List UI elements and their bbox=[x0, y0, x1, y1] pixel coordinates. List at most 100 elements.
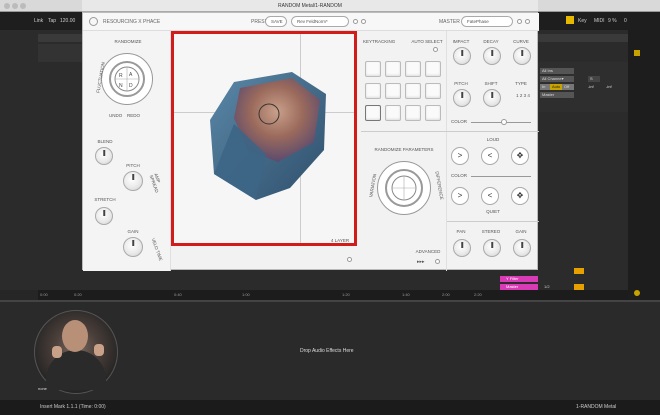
minimize-icon[interactable] bbox=[12, 3, 18, 9]
save-button[interactable]: SAVE bbox=[265, 16, 287, 27]
gain2-knob[interactable] bbox=[513, 239, 531, 257]
undo-button[interactable]: UNDO bbox=[109, 113, 122, 118]
monitor-auto[interactable]: Auto bbox=[550, 84, 562, 90]
blend-knob[interactable] bbox=[95, 147, 113, 165]
input-channel-select[interactable]: All Channe▾ bbox=[540, 76, 574, 82]
redo-button[interactable]: REDO bbox=[127, 113, 140, 118]
advanced-toggle[interactable] bbox=[435, 259, 440, 264]
loud-greater-button[interactable]: > bbox=[451, 147, 469, 165]
pad-3[interactable] bbox=[405, 61, 421, 77]
impact-label: IMPACT bbox=[452, 39, 470, 44]
variation-label: VARIATION bbox=[368, 173, 378, 198]
advanced-arrows-icon[interactable]: ▸▸▸ bbox=[417, 259, 425, 265]
quiet-greater-button[interactable]: > bbox=[451, 187, 469, 205]
randomize-title: RANDOMIZE bbox=[114, 39, 142, 44]
right-scroll-column[interactable] bbox=[628, 30, 660, 300]
difference-label: DIFFERENCE bbox=[434, 170, 445, 201]
color2-slider[interactable] bbox=[471, 176, 531, 177]
pad-2[interactable] bbox=[385, 61, 401, 77]
next-preset-icon[interactable] bbox=[361, 19, 366, 24]
track-activator[interactable] bbox=[634, 50, 640, 56]
pitch2-knob[interactable] bbox=[453, 89, 471, 107]
quiet-label: QUIET bbox=[486, 209, 500, 214]
pad-9[interactable] bbox=[365, 105, 381, 121]
pad-1[interactable] bbox=[365, 61, 381, 77]
pad-7[interactable] bbox=[405, 83, 421, 99]
loud-move-button[interactable]: ✥ bbox=[511, 147, 529, 165]
sound-object-viewer[interactable]: 4 LAYER bbox=[171, 31, 357, 246]
pad-4[interactable] bbox=[425, 61, 441, 77]
brand-label: RESOURCING X PHACE bbox=[103, 19, 161, 25]
type-label: TYPE bbox=[515, 81, 527, 86]
master-label: MASTER bbox=[439, 19, 460, 25]
quiet-move-button[interactable]: ✥ bbox=[511, 187, 529, 205]
master-prev-icon[interactable] bbox=[517, 19, 522, 24]
divider bbox=[361, 131, 447, 132]
stretch-knob[interactable] bbox=[95, 207, 113, 225]
close-icon[interactable] bbox=[4, 3, 10, 9]
view-toggle-icon[interactable] bbox=[347, 257, 352, 262]
impact-knob[interactable] bbox=[453, 47, 471, 65]
pad-12[interactable] bbox=[425, 105, 441, 121]
preset-select[interactable]: Rev FeldNorm* bbox=[291, 16, 349, 27]
solo-button[interactable]: S bbox=[588, 76, 600, 82]
stereo-knob[interactable] bbox=[483, 239, 501, 257]
color-slider-handle[interactable] bbox=[501, 119, 507, 125]
monitor-off[interactable]: Off bbox=[562, 84, 574, 90]
gain-knob[interactable] bbox=[123, 237, 143, 257]
tempo-field[interactable]: 120.00 bbox=[60, 18, 75, 24]
randomize-params-label: RANDOMIZE PARAMETERS bbox=[374, 147, 434, 152]
track-number-1[interactable] bbox=[574, 268, 584, 274]
lower-track-1[interactable]: Y Filter bbox=[500, 276, 538, 282]
pitch-knob[interactable] bbox=[123, 171, 143, 191]
monitor-in[interactable]: In bbox=[540, 84, 550, 90]
peak-readout: -inf bbox=[606, 84, 612, 89]
color2-label: COLOR bbox=[450, 173, 467, 178]
master-select[interactable]: FatePhase bbox=[461, 16, 513, 27]
loud-less-button[interactable]: < bbox=[481, 147, 499, 165]
link-button[interactable]: Link bbox=[34, 18, 43, 24]
type-selector[interactable]: 1 2 3 4 bbox=[511, 93, 535, 98]
key-map-indicator[interactable] bbox=[566, 16, 574, 24]
shift-knob[interactable] bbox=[483, 89, 501, 107]
prev-preset-icon[interactable] bbox=[353, 19, 358, 24]
svg-text:R: R bbox=[119, 73, 123, 79]
pad-5[interactable] bbox=[365, 83, 381, 99]
zoom-icon[interactable] bbox=[20, 3, 26, 9]
pad-8[interactable] bbox=[425, 83, 441, 99]
pad-10[interactable] bbox=[385, 105, 401, 121]
key-button[interactable]: Key bbox=[578, 18, 587, 24]
autoselect-label: AUTO SELECT bbox=[411, 39, 443, 44]
plugin-header: RESOURCING X PHACE PRESET SAVE Rev FeldN… bbox=[83, 13, 539, 31]
pad-6[interactable] bbox=[385, 83, 401, 99]
advanced-label: ADVANCED bbox=[415, 249, 441, 254]
rock-object-icon[interactable] bbox=[174, 34, 354, 243]
screen: Link Tap 120.00 Key MIDI 9 % 0 All Ins A… bbox=[0, 0, 660, 415]
randomize-dial[interactable]: RAND bbox=[109, 61, 145, 97]
drop-effects-message: Drop Audio Effects Here bbox=[300, 348, 354, 354]
master-next-icon[interactable] bbox=[525, 19, 530, 24]
color-label: COLOR bbox=[450, 119, 467, 124]
overload-indicator: 0 bbox=[624, 18, 627, 24]
presenter-head bbox=[62, 320, 88, 352]
tap-button[interactable]: Tap bbox=[48, 18, 56, 24]
decay-knob[interactable] bbox=[483, 47, 501, 65]
output-select[interactable]: Master bbox=[540, 92, 574, 98]
plugin-window: RESOURCING X PHACE PRESET SAVE Rev FeldN… bbox=[82, 12, 539, 271]
autoselect-toggle[interactable] bbox=[433, 47, 438, 52]
pan-label: PAN bbox=[456, 229, 466, 234]
quiet-less-button[interactable]: < bbox=[481, 187, 499, 205]
randomize-params-dial[interactable] bbox=[385, 169, 423, 207]
pan-knob[interactable] bbox=[453, 239, 471, 257]
time-ruler[interactable]: 0:00 0:20 0:40 1:00 1:20 1:40 2:00 2:20 bbox=[38, 290, 628, 300]
midi-button[interactable]: MIDI bbox=[594, 18, 605, 24]
curve-knob[interactable] bbox=[513, 47, 531, 65]
pad-11[interactable] bbox=[405, 105, 421, 121]
io-panel: All Ins All Channe▾ In Auto Off Master -… bbox=[538, 62, 628, 112]
status-bar: Insert Mark 1.1.1 (Time: 0:00) 1-RANDOM … bbox=[0, 400, 660, 415]
power-icon[interactable] bbox=[89, 17, 98, 26]
input-type-select[interactable]: All Ins bbox=[540, 68, 574, 74]
solo-indicator[interactable] bbox=[634, 290, 640, 296]
dice-params-icon bbox=[391, 175, 417, 201]
blend-label: BLEND bbox=[97, 139, 113, 144]
